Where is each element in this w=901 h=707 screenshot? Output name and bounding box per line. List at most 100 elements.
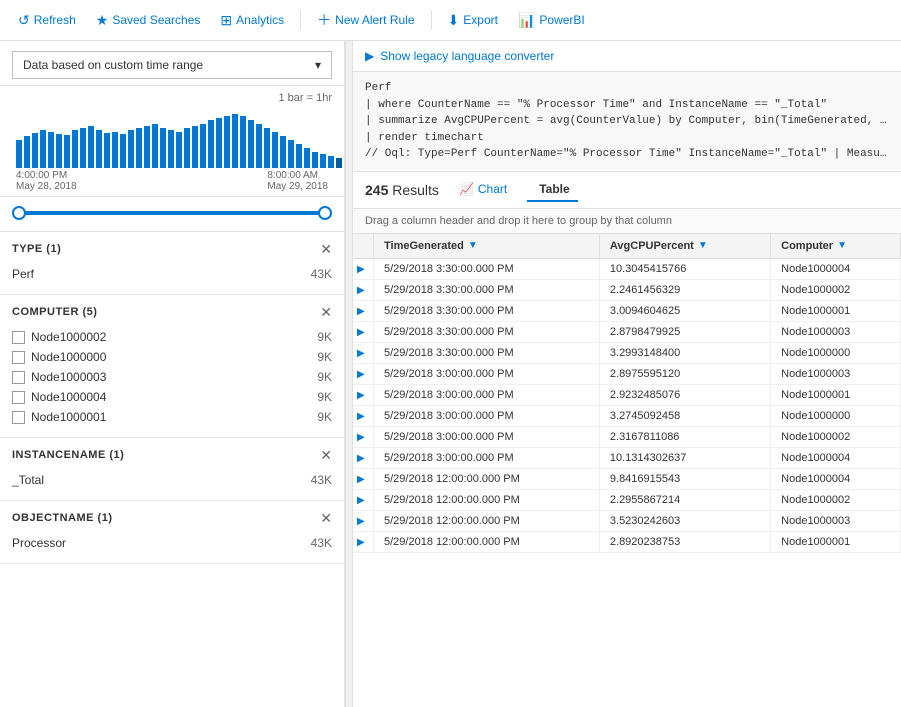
table-row[interactable]: ▶ 5/29/2018 3:00:00.000 PM 3.2745092458 …: [353, 405, 901, 426]
table-row[interactable]: ▶ 5/29/2018 3:30:00.000 PM 10.3045415766…: [353, 258, 901, 279]
computer-filter-close[interactable]: ✕: [320, 305, 332, 319]
instancename-filter-section: INSTANCENAME (1) ✕ _Total 43K: [0, 438, 344, 501]
export-button[interactable]: ⬇ Export: [440, 8, 506, 33]
table-row[interactable]: ▶ 5/29/2018 3:00:00.000 PM 2.9232485076 …: [353, 384, 901, 405]
histogram-bar: [144, 126, 150, 168]
column-filter-icon[interactable]: ▼: [837, 240, 847, 251]
analytics-button[interactable]: ⊞ Analytics: [212, 8, 292, 33]
legacy-bar: ▶ Show legacy language converter: [353, 41, 901, 72]
histogram-bar: [280, 136, 286, 168]
row-expand[interactable]: ▶: [353, 489, 374, 510]
row-expand[interactable]: ▶: [353, 258, 374, 279]
row-expand[interactable]: ▶: [353, 531, 374, 552]
slider-handle-right[interactable]: [318, 206, 332, 220]
expand-icon: ▶: [357, 369, 365, 380]
filter-item-count: 9K: [317, 390, 332, 404]
new-alert-button[interactable]: ＋ New Alert Rule: [309, 6, 422, 34]
table-row[interactable]: ▶ 5/29/2018 3:30:00.000 PM 2.8798479925 …: [353, 321, 901, 342]
row-expand[interactable]: ▶: [353, 468, 374, 489]
toolbar: ↺ Refresh ★ Saved Searches ⊞ Analytics ＋…: [0, 0, 901, 41]
filter-row-left: Node1000000: [12, 350, 106, 364]
filter-checkbox[interactable]: [12, 371, 25, 384]
time-slider[interactable]: [0, 197, 344, 232]
filter-checkbox[interactable]: [12, 351, 25, 364]
filter-checkbox[interactable]: [12, 391, 25, 404]
cell-computer: Node1000003: [771, 321, 901, 342]
tab-table[interactable]: Table: [527, 178, 577, 202]
instancename-filter-close[interactable]: ✕: [320, 448, 332, 462]
cell-avg: 2.8798479925: [599, 321, 770, 342]
filter-row-left: Node1000004: [12, 390, 106, 404]
table-column-header[interactable]: TimeGenerated▼: [374, 234, 600, 259]
row-expand[interactable]: ▶: [353, 342, 374, 363]
table-row[interactable]: ▶ 5/29/2018 12:00:00.000 PM 9.8416915543…: [353, 468, 901, 489]
histogram-bar: [128, 130, 134, 168]
type-filter-section: TYPE (1) ✕ Perf 43K: [0, 232, 344, 295]
filter-checkbox[interactable]: [12, 411, 25, 424]
table-row[interactable]: ▶ 5/29/2018 3:00:00.000 PM 10.1314302637…: [353, 447, 901, 468]
table-header-row: TimeGenerated▼AvgCPUPercent▼Computer▼: [353, 234, 901, 259]
row-expand[interactable]: ▶: [353, 279, 374, 300]
filter-item-name: Node1000003: [31, 370, 106, 384]
data-table-container[interactable]: TimeGenerated▼AvgCPUPercent▼Computer▼ ▶ …: [353, 234, 901, 707]
objectname-filter-close[interactable]: ✕: [320, 511, 332, 525]
row-expand[interactable]: ▶: [353, 447, 374, 468]
table-row[interactable]: ▶ 5/29/2018 12:00:00.000 PM 2.2955867214…: [353, 489, 901, 510]
column-filter-icon[interactable]: ▼: [468, 240, 478, 251]
new-alert-label: New Alert Rule: [335, 13, 414, 27]
expand-icon: ▶: [357, 306, 365, 317]
objectname-filter-section: OBJECTNAME (1) ✕ Processor 43K: [0, 501, 344, 564]
powerbi-button[interactable]: 📊 PowerBI: [510, 8, 593, 33]
row-expand[interactable]: ▶: [353, 384, 374, 405]
tab-chart[interactable]: 📈 Chart: [451, 178, 515, 202]
row-expand[interactable]: ▶: [353, 426, 374, 447]
row-expand[interactable]: ▶: [353, 321, 374, 342]
slider-handle-left[interactable]: [12, 206, 26, 220]
refresh-button[interactable]: ↺ Refresh: [10, 8, 84, 33]
plus-icon: ＋: [317, 10, 331, 30]
date-start-date: May 28, 2018: [16, 181, 77, 192]
filter-item-name: _Total: [12, 473, 44, 487]
cell-time: 5/29/2018 3:00:00.000 PM: [374, 363, 600, 384]
column-filter-icon[interactable]: ▼: [698, 240, 708, 251]
histogram-bar: [80, 128, 86, 168]
table-row[interactable]: ▶ 5/29/2018 3:30:00.000 PM 3.0094604625 …: [353, 300, 901, 321]
table-row[interactable]: ▶ 5/29/2018 3:30:00.000 PM 3.2993148400 …: [353, 342, 901, 363]
filter-checkbox[interactable]: [12, 331, 25, 344]
histogram-bar: [88, 126, 94, 168]
histogram-bar: [304, 148, 310, 168]
cell-avg: 2.8920238753: [599, 531, 770, 552]
type-filter-close[interactable]: ✕: [320, 242, 332, 256]
row-expand[interactable]: ▶: [353, 363, 374, 384]
panel-divider[interactable]: [345, 41, 353, 707]
cell-avg: 3.2745092458: [599, 405, 770, 426]
cell-avg: 10.1314302637: [599, 447, 770, 468]
results-bar: 245 Results 📈 Chart Table: [353, 172, 901, 209]
table-row[interactable]: ▶ 5/29/2018 3:00:00.000 PM 2.8975595120 …: [353, 363, 901, 384]
right-panel: ▶ Show legacy language converter Perf| w…: [353, 41, 901, 707]
list-item: Processor 43K: [12, 533, 332, 553]
column-header-label: AvgCPUPercent: [610, 240, 694, 252]
table-row[interactable]: ▶ 5/29/2018 12:00:00.000 PM 3.5230242603…: [353, 510, 901, 531]
expand-icon: ▶: [357, 453, 365, 464]
row-expand[interactable]: ▶: [353, 405, 374, 426]
computer-filter-section: COMPUTER (5) ✕ Node1000002 9K Node100000…: [0, 295, 344, 438]
row-expand[interactable]: ▶: [353, 300, 374, 321]
results-table: TimeGenerated▼AvgCPUPercent▼Computer▼ ▶ …: [353, 234, 901, 553]
time-range-dropdown[interactable]: Data based on custom time range ▾: [12, 51, 332, 79]
legacy-language-link[interactable]: Show legacy language converter: [380, 49, 554, 63]
expand-icon: ▶: [357, 411, 365, 422]
histogram-bar: [72, 130, 78, 168]
cell-computer: Node1000001: [771, 531, 901, 552]
row-expand[interactable]: ▶: [353, 510, 374, 531]
query-box: Perf| where CounterName == "% Processor …: [353, 72, 901, 172]
histogram-bar: [232, 114, 238, 168]
table-column-header[interactable]: Computer▼: [771, 234, 901, 259]
query-line: | summarize AvgCPUPercent = avg(CounterV…: [365, 113, 889, 130]
table-row[interactable]: ▶ 5/29/2018 12:00:00.000 PM 2.8920238753…: [353, 531, 901, 552]
table-row[interactable]: ▶ 5/29/2018 3:30:00.000 PM 2.2461456329 …: [353, 279, 901, 300]
table-row[interactable]: ▶ 5/29/2018 3:00:00.000 PM 2.3167811086 …: [353, 426, 901, 447]
cell-time: 5/29/2018 12:00:00.000 PM: [374, 468, 600, 489]
table-column-header[interactable]: AvgCPUPercent ▼: [599, 234, 770, 259]
saved-searches-button[interactable]: ★ Saved Searches: [88, 8, 209, 33]
